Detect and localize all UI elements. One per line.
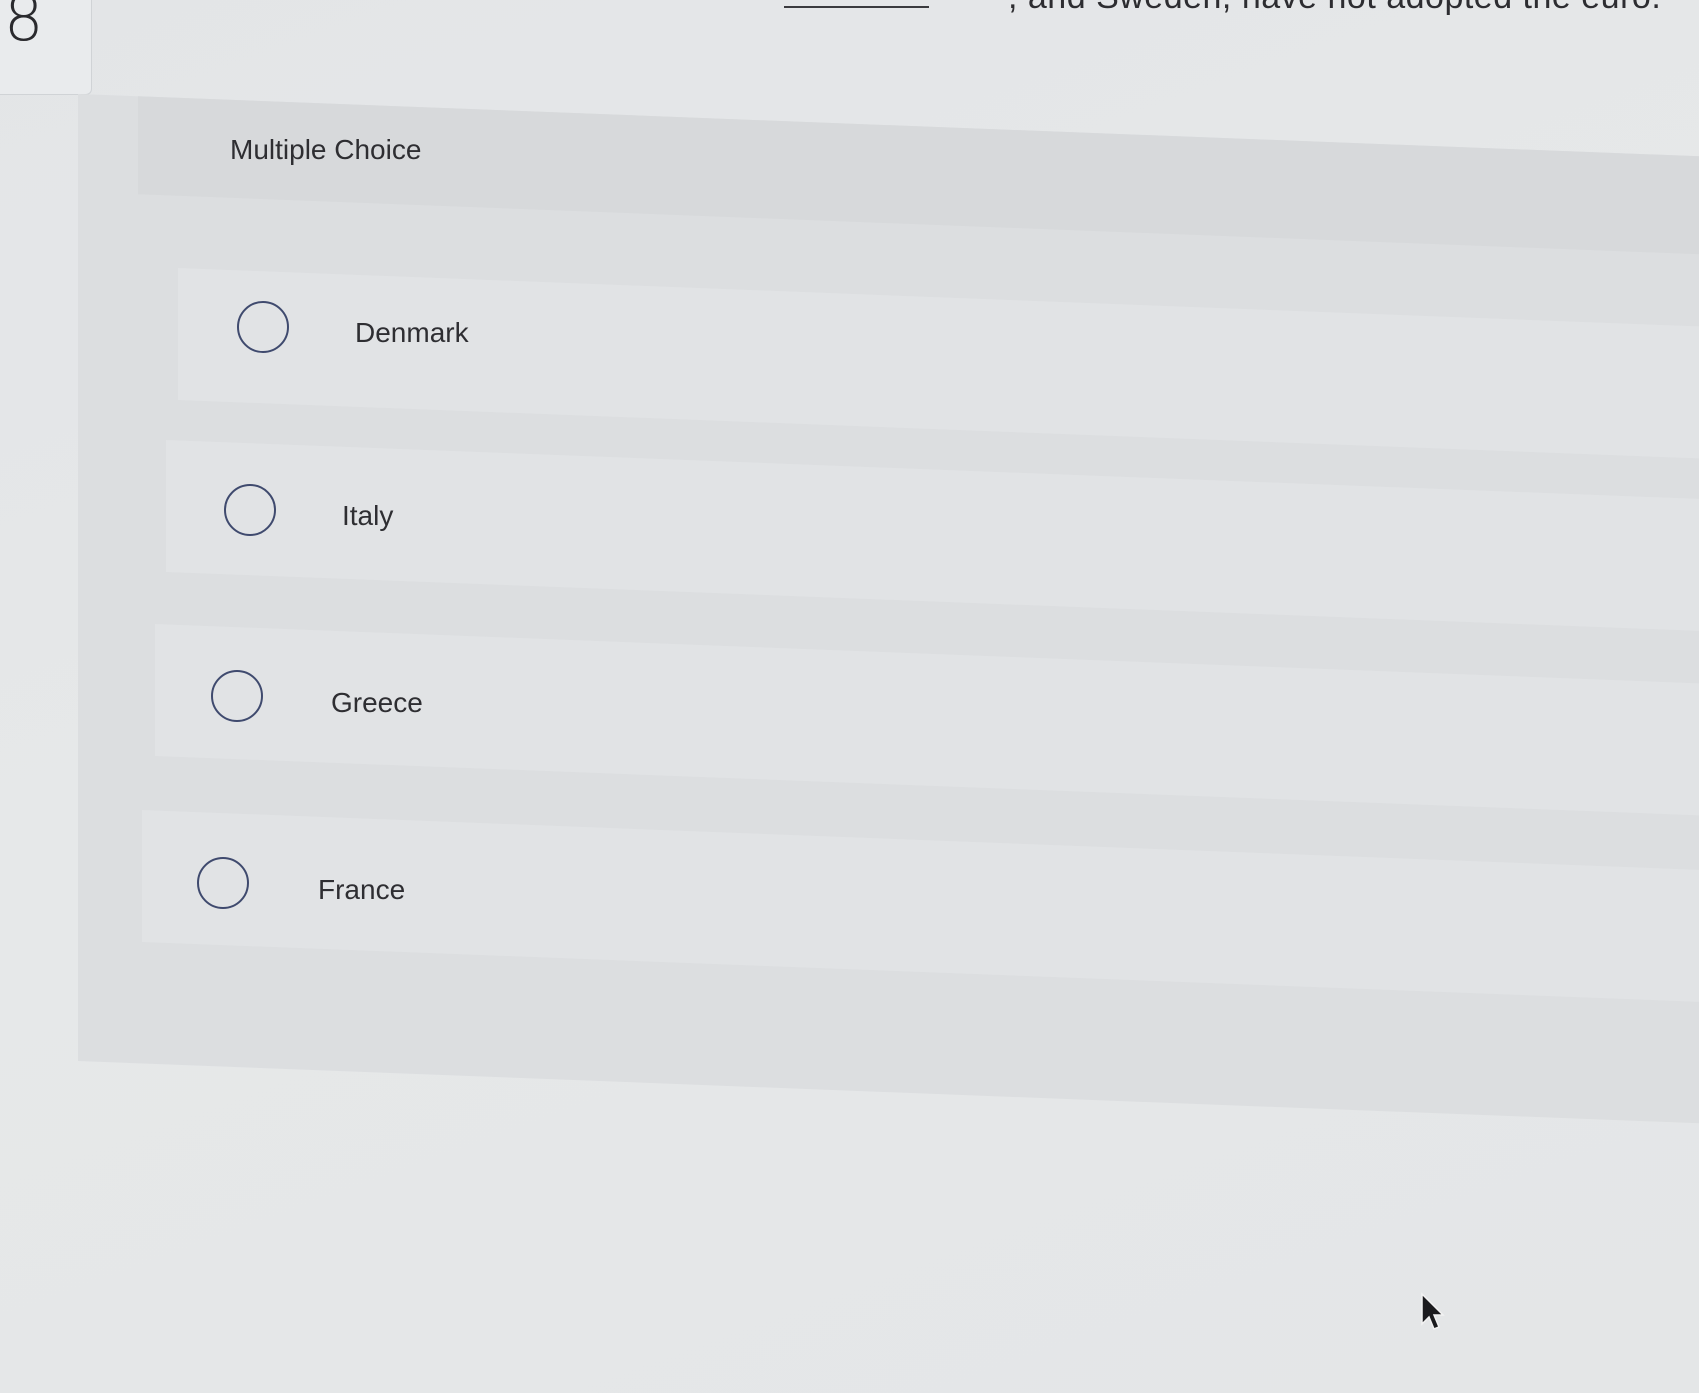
question-number: 8 — [4, 0, 44, 55]
option-label-france[interactable]: France — [318, 874, 405, 906]
radio-unchecked-icon[interactable] — [237, 301, 289, 353]
question-text: , and Sweden, have not adopted the euro. — [1008, 0, 1661, 17]
question-number-badge: 8 — [0, 0, 92, 95]
multiple-choice-title: Multiple Choice — [230, 134, 422, 165]
option-label-denmark[interactable]: Denmark — [355, 317, 469, 349]
fill-in-blank-line — [784, 6, 929, 8]
radio-unchecked-icon[interactable] — [211, 670, 263, 722]
radio-unchecked-icon[interactable] — [224, 484, 276, 536]
radio-unchecked-icon[interactable] — [197, 857, 249, 909]
option-label-italy[interactable]: Italy — [342, 500, 393, 532]
mouse-pointer-icon — [1421, 1292, 1445, 1330]
multiple-choice-header — [138, 96, 1699, 255]
option-label-greece[interactable]: Greece — [331, 687, 423, 719]
